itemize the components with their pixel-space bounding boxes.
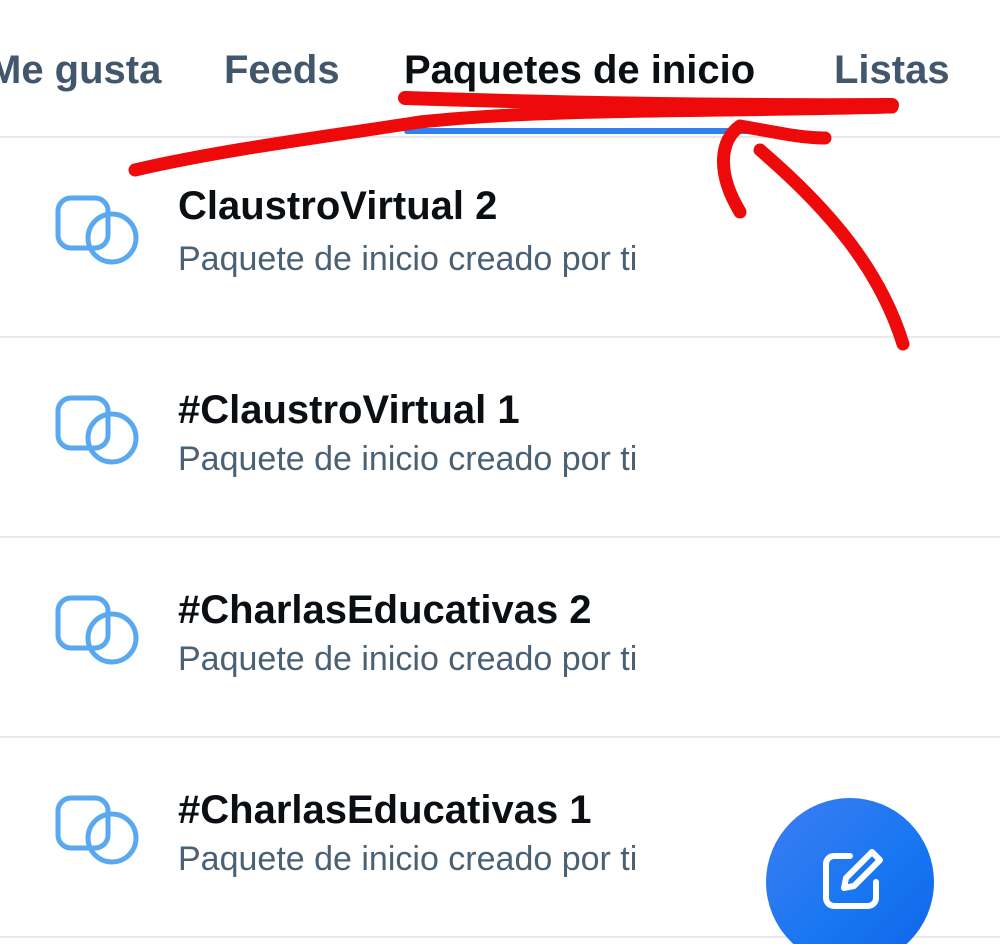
tab-starter-packs[interactable]: Paquetes de inicio	[404, 44, 755, 96]
starter-pack-icon	[55, 195, 139, 265]
starter-pack-title: #CharlasEducativas 2	[178, 588, 592, 632]
tab-lists[interactable]: Listas	[834, 44, 950, 96]
starter-pack-item[interactable]: ClaustroVirtual 2 Paquete de inicio crea…	[0, 136, 1000, 338]
starter-pack-item[interactable]: #ClaustroVirtual 1 Paquete de inicio cre…	[0, 336, 1000, 538]
starter-pack-icon	[55, 395, 139, 465]
starter-pack-subtitle: Paquete de inicio creado por ti	[178, 640, 638, 678]
starter-pack-item[interactable]: #CharlasEducativas 2 Paquete de inicio c…	[0, 536, 1000, 738]
profile-tab-bar: Me gusta Feeds Paquetes de inicio Listas	[0, 0, 1000, 138]
starter-pack-title: #ClaustroVirtual 1	[178, 388, 520, 432]
starter-pack-title: ClaustroVirtual 2	[178, 184, 498, 228]
starter-pack-subtitle: Paquete de inicio creado por ti	[178, 840, 638, 878]
starter-pack-subtitle: Paquete de inicio creado por ti	[178, 440, 638, 478]
starter-pack-title: #CharlasEducativas 1	[178, 788, 592, 832]
tab-feeds[interactable]: Feeds	[224, 44, 340, 96]
active-tab-indicator	[404, 128, 778, 134]
compose-icon	[823, 849, 883, 909]
starter-pack-icon	[55, 795, 139, 865]
starter-pack-icon	[55, 595, 139, 665]
starter-pack-subtitle: Paquete de inicio creado por ti	[178, 240, 638, 278]
profile-screen: Me gusta Feeds Paquetes de inicio Listas…	[0, 0, 1000, 944]
tab-likes[interactable]: Me gusta	[0, 44, 161, 96]
